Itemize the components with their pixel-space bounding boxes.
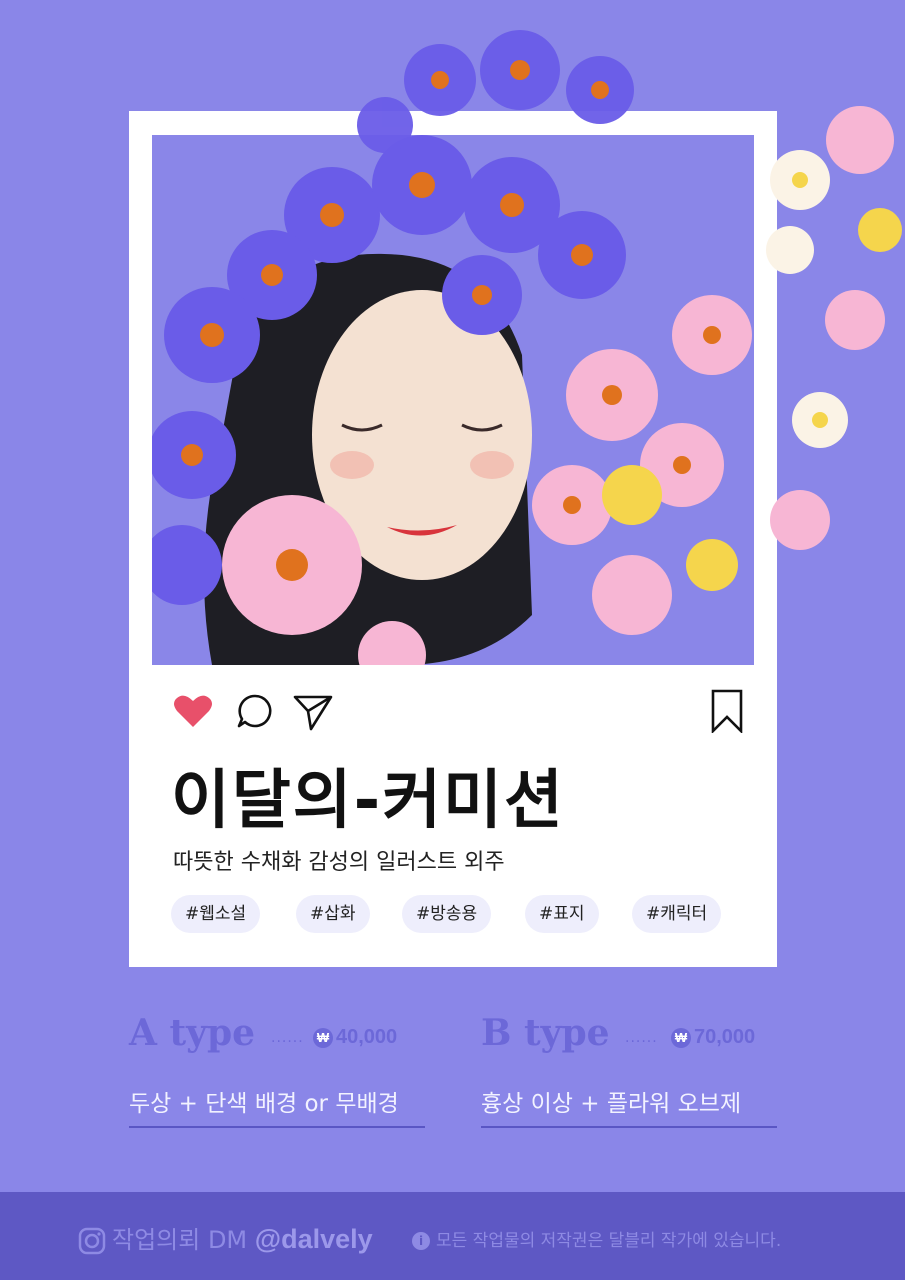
instagram-icon[interactable] [78,1227,106,1255]
type-a-desc: 두상 + 단색 배경 or 무배경 [129,1091,399,1117]
tag-list: #웹소설 #삽화 #방송용 #표지 #캐릭터 [171,895,751,933]
divider [481,1126,777,1128]
type-a-dots: ······ [271,1034,304,1050]
type-b-dots: ······ [625,1034,658,1050]
tag-character[interactable]: #캐릭터 [632,895,722,933]
copyright-notice: i 모든 작업물의 저작권은 달블리 작가에 있습니다. [412,1226,781,1251]
send-icon[interactable] [291,689,335,733]
action-icons [171,689,749,735]
type-b: B type ······ ₩70,000 흉상 이상 + 플라워 오브제 [481,1012,777,1128]
tag-cover[interactable]: #표지 [525,895,599,933]
subtitle: 따뜻한 수채화 감성의 일러스트 외주 [173,850,505,875]
divider [129,1126,425,1128]
tag-broadcast[interactable]: #방송용 [402,895,492,933]
type-b-price: ₩70,000 [671,1026,755,1049]
type-b-price-value: 70,000 [694,1026,756,1048]
notice-text: 모든 작업물의 저작권은 달블리 작가에 있습니다. [436,1231,782,1251]
footer: 작업의뢰 DM @dalvely i 모든 작업물의 저작권은 달블리 작가에 있… [0,1192,905,1280]
post-card: 이달의-커미션 따뜻한 수채화 감성의 일러스트 외주 #웹소설 #삽화 #방송… [129,111,777,967]
tag-webnovel[interactable]: #웹소설 [171,895,261,933]
tag-illustration[interactable]: #삽화 [296,895,370,933]
bookmark-icon[interactable] [705,689,749,735]
contact-label: 작업의뢰 DM [112,1226,248,1254]
type-b-desc: 흉상 이상 + 플라워 오브제 [481,1091,742,1117]
type-a-name: A type [129,1012,256,1054]
info-icon: i [412,1232,430,1250]
illustration-image [152,135,754,665]
won-icon: ₩ [671,1027,691,1048]
page-title: 이달의-커미션 [171,764,565,838]
instagram-handle[interactable]: @dalvely [255,1224,373,1254]
heart-icon[interactable] [171,689,215,733]
comment-icon[interactable] [233,689,277,733]
contact-info: 작업의뢰 DM @dalvely [78,1220,373,1255]
type-a: A type ······ ₩40,000 두상 + 단색 배경 or 무배경 [129,1012,425,1128]
won-icon: ₩ [313,1027,333,1048]
type-b-name: B type [481,1012,610,1054]
type-a-price-value: 40,000 [336,1026,398,1048]
type-a-price: ₩40,000 [313,1026,397,1049]
